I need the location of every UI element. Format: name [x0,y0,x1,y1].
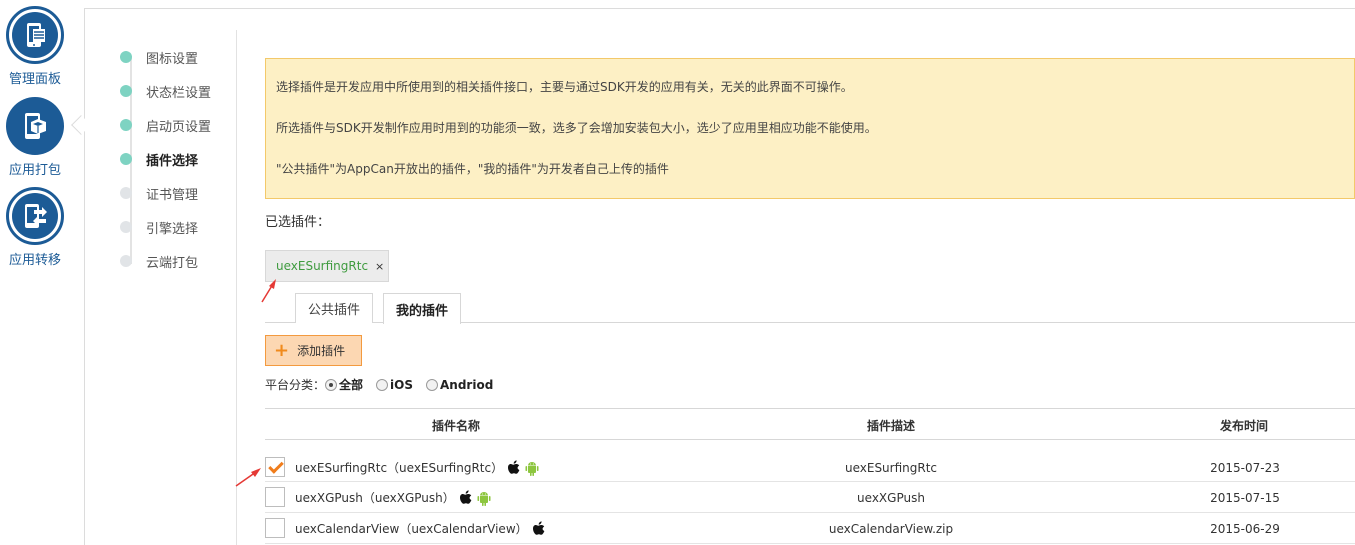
platform-option-all[interactable]: 全部 [325,376,372,393]
android-icon [477,491,491,506]
plus-icon: + [274,339,290,361]
row-plugin-name: uexESurfingRtc（uexESurfingRtc） [295,459,539,476]
packaging-circle [6,97,64,155]
row-checkbox[interactable] [265,487,285,507]
table-row[interactable]: uexESurfingRtc（uexESurfingRtc） uexESurfi… [265,440,1355,482]
row-checkbox[interactable] [265,457,285,477]
step-dot [120,85,132,97]
platform-option-label: 全部 [339,378,364,392]
platform-option-ios[interactable]: iOS [376,378,422,392]
plugin-name-text: uexXGPush（uexXGPush） [295,491,455,505]
apple-icon [532,520,545,535]
table-row[interactable]: uexCalendarView（uexCalendarView） uexCale… [265,513,1355,544]
step-engine-selection[interactable]: 引擎选择 [120,217,198,237]
row-checkbox[interactable] [265,518,285,538]
notice-line-1: 选择插件是开发应用中所使用到的相关插件接口，主要与通过SDK开发的应用有关，无关… [276,80,853,94]
header-plugin-name: 插件名称 [432,419,481,433]
notice-line-3: "公共插件"为AppCan开放出的插件，"我的插件"为开发者自己上传的插件 [276,162,669,176]
mobile-list-icon [27,23,45,47]
row-publish-date: 2015-07-23 [1210,461,1280,475]
red-arrow-icon [235,468,261,487]
apple-icon [508,459,520,474]
selected-plugins-label: 已选插件： [265,215,331,230]
rail-item-packaging[interactable]: 应用打包 [0,97,70,178]
row-plugin-name: uexCalendarView（uexCalendarView） [295,520,546,537]
header-publish-date: 发布时间 [1220,419,1269,433]
header-plugin-desc: 插件描述 [867,419,916,433]
row-publish-date: 2015-06-29 [1210,522,1280,536]
row-plugin-desc: uexCalendarView.zip [828,522,954,536]
step-label: 启动页设置 [146,119,212,135]
step-dot [120,255,132,267]
rail-label-packaging: 应用打包 [8,163,61,178]
chip-name: uexESurfingRtc [276,259,369,273]
row-plugin-desc: uexESurfingRtc [844,461,938,475]
platform-filter: 平台分类： 全部 iOS Andriod [265,376,502,393]
chip-remove-button[interactable]: × [375,260,384,273]
step-label: 引擎选择 [146,221,199,237]
step-cloud-packaging[interactable]: 云端打包 [120,251,198,271]
row-plugin-desc: uexXGPush [857,491,925,505]
step-label: 证书管理 [146,187,199,203]
selected-plugin-chip: uexESurfingRtc × [265,250,389,282]
step-label: 状态栏设置 [146,85,212,101]
add-plugin-button[interactable]: + 添加插件 [265,335,362,366]
step-label: 云端打包 [146,255,199,271]
step-icon-settings[interactable]: 图标设置 [120,47,198,67]
notice-line-2: 所选插件与SDK开发制作应用时用到的功能须一致，选多了会增加安装包大小，选少了应… [276,121,877,135]
step-label: 插件选择 [146,153,199,169]
top-divider [84,8,1355,9]
step-dot [120,51,132,63]
step-dot [120,153,132,165]
step-statusbar-settings[interactable]: 状态栏设置 [120,81,211,101]
mobile-box-icon [25,113,46,139]
plugin-name-text: uexCalendarView（uexCalendarView） [295,522,528,536]
rail-label-transfer: 应用转移 [8,253,61,268]
table-row[interactable]: uexXGPush（uexXGPush） uexXGPush 2015-07-1… [265,482,1355,513]
row-plugin-name: uexXGPush（uexXGPush） [295,489,491,506]
step-splash-settings[interactable]: 启动页设置 [120,115,211,135]
step-certificate-management[interactable]: 证书管理 [120,183,198,203]
step-dot [120,187,132,199]
rail-divider [84,8,85,545]
android-icon [525,461,539,476]
rail-label-dashboard: 管理面板 [8,72,61,87]
tab-public-plugins[interactable]: 公共插件 [295,293,373,323]
row-publish-date: 2015-07-15 [1210,491,1280,505]
transfer-circle [6,187,64,245]
step-plugin-selection[interactable]: 插件选择 [120,149,198,169]
step-dot [120,119,132,131]
plugin-name-text: uexESurfingRtc（uexESurfingRtc） [295,461,504,475]
platform-option-android[interactable]: Andriod [426,378,502,392]
tab-my-plugins[interactable]: 我的插件 [383,293,461,324]
apple-icon [459,489,472,504]
step-dot [120,221,132,233]
add-plugin-label: 添加插件 [297,344,346,358]
left-rail: 管理面板 应用打包 应用转移 [0,0,84,545]
radio-ios[interactable] [376,378,389,391]
platform-filter-label: 平台分类： [265,378,326,392]
dashboard-circle [6,6,64,64]
platform-option-label: Andriod [440,377,494,392]
table-header: 插件名称 插件描述 发布时间 [265,408,1355,440]
step-label: 图标设置 [146,51,199,67]
radio-android[interactable] [426,378,438,391]
platform-option-label: iOS [390,377,413,392]
mobile-transfer-icon [25,204,47,228]
radio-all[interactable] [325,378,338,391]
rail-item-transfer[interactable]: 应用转移 [0,187,70,268]
plugin-table: 插件名称 插件描述 发布时间 uexESurfingRtc（uexESurfin… [265,408,1355,544]
rail-item-dashboard[interactable]: 管理面板 [0,6,70,87]
notice-box: 选择插件是开发应用中所使用到的相关插件接口，主要与通过SDK开发的应用有关，无关… [265,58,1355,199]
red-arrow-icon [261,279,276,303]
